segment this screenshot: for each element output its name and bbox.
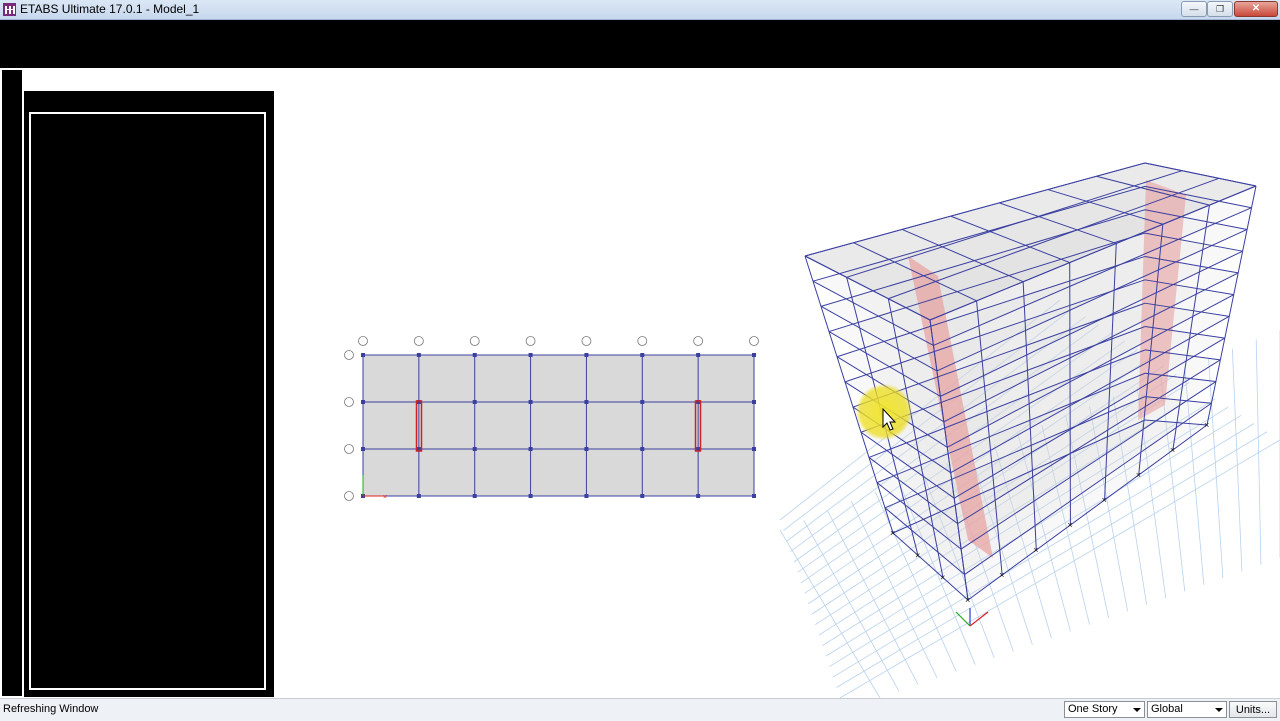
3d-view[interactable]: × × × × × × × × × × × — [780, 150, 1280, 698]
minimize-button[interactable]: — — [1181, 1, 1207, 17]
maximize-button[interactable]: ❐ — [1207, 1, 1233, 17]
status-bar: Refreshing Window One Story Global Units… — [0, 698, 1280, 721]
mouse-cursor-icon — [882, 408, 897, 431]
minimize-icon: — — [1189, 4, 1199, 14]
svg-text:×: × — [383, 494, 387, 501]
svg-text:×: × — [1170, 445, 1175, 455]
svg-text:×: × — [1204, 420, 1209, 430]
svg-text:×: × — [999, 570, 1004, 580]
close-icon: ✕ — [1251, 3, 1261, 14]
units-button[interactable]: Units... — [1229, 701, 1277, 718]
close-button[interactable]: ✕ — [1234, 1, 1278, 17]
3d-axes-icon — [955, 608, 989, 627]
floor-slabs — [805, 163, 1256, 600]
title-bar: ETABS Ultimate 17.0.1 - Model_1 — ❐ ✕ — [0, 0, 1280, 20]
story-select[interactable]: One Story — [1064, 701, 1145, 718]
svg-text:×: × — [940, 573, 945, 583]
dropdown-arrow-icon — [1215, 708, 1223, 712]
maximize-icon: ❐ — [1215, 4, 1225, 14]
toolbar-area — [0, 20, 1280, 68]
coordinate-system-select[interactable]: Global — [1147, 701, 1227, 718]
model-explorer-frame — [29, 112, 266, 690]
svg-text:×: × — [915, 550, 920, 560]
svg-text:×: × — [1067, 520, 1072, 530]
side-toolbar — [0, 68, 24, 698]
model-explorer-panel[interactable] — [24, 91, 274, 697]
plan-view[interactable]: × — [330, 330, 770, 510]
app-icon — [3, 3, 16, 16]
svg-text:×: × — [965, 595, 970, 605]
svg-text:×: × — [1033, 545, 1038, 555]
svg-text:×: × — [1136, 470, 1141, 480]
window-title: ETABS Ultimate 17.0.1 - Model_1 — [20, 2, 200, 16]
status-message: Refreshing Window — [3, 703, 99, 715]
dropdown-arrow-icon — [1133, 708, 1141, 712]
svg-text:×: × — [890, 528, 895, 538]
svg-text:×: × — [1102, 495, 1107, 505]
